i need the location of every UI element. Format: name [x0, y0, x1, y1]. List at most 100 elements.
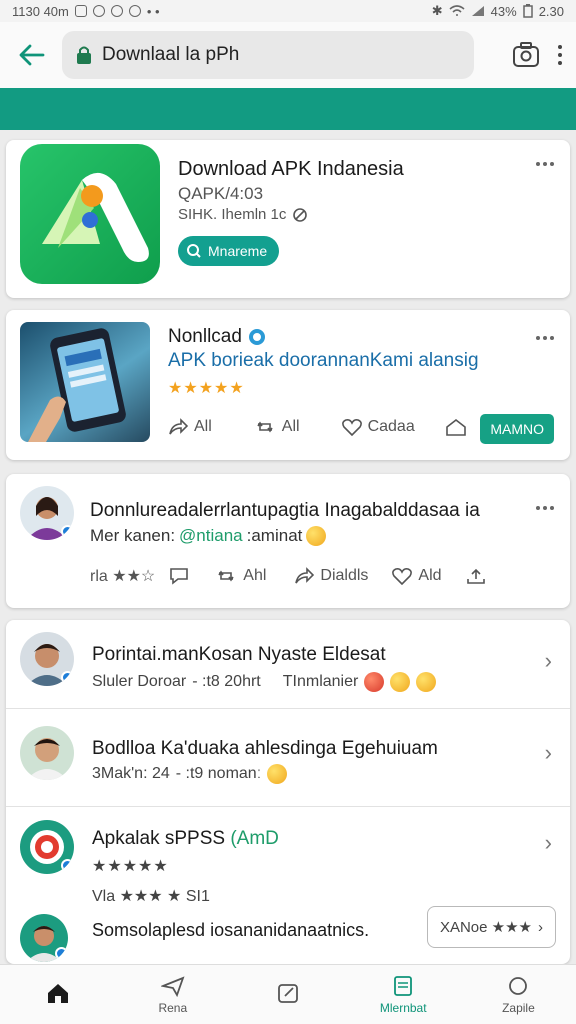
- emoji-icon: [416, 672, 437, 692]
- status-time: 1130 40m: [12, 3, 69, 19]
- comment-title: Donnlureadalerrlantupagtia Inagabalddasa…: [90, 500, 480, 521]
- avatar: [20, 820, 74, 874]
- avatar[interactable]: [20, 486, 74, 540]
- wifi-icon: [449, 5, 465, 16]
- action-button[interactable]: MAMNO: [480, 414, 554, 444]
- rating-stars: ★★★★★: [92, 858, 169, 875]
- share-label: Dialdls: [320, 567, 369, 584]
- rate-button[interactable]: rla ★★☆: [90, 566, 155, 586]
- online-badge-icon: [61, 671, 74, 684]
- home-share-button[interactable]: [445, 418, 467, 436]
- status-bar: 1130 40m • • ✱ 43% 2.30: [0, 0, 576, 22]
- like-button[interactable]: Ald: [392, 567, 442, 585]
- heart-icon: [392, 568, 413, 585]
- avatar: [20, 726, 74, 780]
- house-icon: [445, 418, 466, 436]
- bottom-navigation: Rena Mlernbat Zapile: [0, 964, 576, 1024]
- phone-illustration: [28, 328, 126, 442]
- nav-rena[interactable]: Rena: [115, 965, 230, 1024]
- browser-toolbar: Downlaal la pPh: [0, 22, 576, 88]
- app-card[interactable]: Download APK Indanesia QAPK/4:03 SIHK. I…: [6, 140, 570, 298]
- repost-icon: [257, 421, 273, 433]
- nav-profile[interactable]: Zapile: [461, 965, 576, 1024]
- profile-icon: [509, 976, 528, 995]
- upload-button[interactable]: [466, 567, 486, 585]
- install-button[interactable]: Mnareme: [178, 236, 280, 266]
- heart-icon: [341, 419, 362, 436]
- share-button[interactable]: All: [168, 418, 212, 436]
- avatar: [20, 632, 74, 686]
- post-actions: All All Cadaa: [168, 418, 467, 436]
- comment-prefix: Mer kanen:: [90, 526, 176, 545]
- blocked-icon: [293, 207, 308, 222]
- phone-image: [20, 322, 150, 442]
- repost-button[interactable]: Ahl: [215, 567, 266, 585]
- repost-label: Ahl: [243, 567, 267, 584]
- send-icon: [160, 975, 185, 997]
- list-item-title-text: Apkalak sPPSS: [92, 828, 226, 849]
- emoji-icon: [267, 764, 288, 784]
- url-text: Downlaal la pPh: [102, 44, 240, 65]
- comment-tag[interactable]: @ntiana: [179, 526, 243, 546]
- share-icon: [169, 418, 188, 435]
- back-button[interactable]: [14, 37, 50, 73]
- app-version: QAPK/4:03: [178, 184, 264, 203]
- repost-label: All: [281, 418, 300, 435]
- post-title: Nonllcad: [168, 326, 266, 348]
- app-meta-text: SIHK. Ihemln 1c: [178, 206, 287, 223]
- lock-icon: [77, 46, 91, 64]
- battery-icon: [522, 4, 533, 18]
- notification-icon: [74, 5, 87, 17]
- like-label: Cadaa: [367, 418, 415, 435]
- share-button[interactable]: Dialdls: [294, 567, 368, 585]
- address-bar[interactable]: Downlaal la pPh: [62, 31, 474, 79]
- online-badge-icon: [61, 859, 74, 872]
- document-icon: [394, 975, 413, 996]
- rate-label: rla ★★☆: [90, 568, 156, 585]
- list-item[interactable]: Porintai.manKosan Nyaste Eldesat Sluler …: [6, 620, 570, 716]
- nav-label: Rena: [158, 1000, 188, 1015]
- list-item-title: Somsolaplesd iosananidanaatnics.: [92, 920, 370, 940]
- list-item-sub: 3Mak'n: 24: [92, 765, 170, 782]
- signal-icon: [471, 6, 484, 16]
- list-item-subtitle: Sluler Doroar - :t8 20hrt TInmlanier: [92, 672, 437, 692]
- chevron-right-icon[interactable]: ›: [545, 740, 552, 766]
- app-title: Download APK Indanesia: [178, 158, 404, 180]
- chevron-right-icon: ›: [538, 918, 543, 936]
- repost-button[interactable]: All: [254, 418, 300, 436]
- comment-card[interactable]: Donnlureadalerrlantupagtia Inagabalddasa…: [6, 474, 570, 608]
- list-item-subtitle: 3Mak'n: 24 - :t9 nomanː: [92, 764, 288, 784]
- more-options-icon[interactable]: [536, 336, 554, 340]
- reply-button[interactable]: [169, 567, 189, 585]
- install-button-label: Mnareme: [208, 243, 268, 259]
- list-item[interactable]: Apkalak sPPSS (AmD ★★★★★ Vla ★★★ ★ SI1 ›: [6, 808, 570, 905]
- more-options-icon[interactable]: [536, 506, 554, 510]
- online-badge-icon: [61, 525, 74, 538]
- comment-actions: rla ★★☆ Ahl Dialdls Ald: [90, 566, 486, 586]
- header-band: [0, 88, 576, 130]
- emoji-icon: [306, 526, 327, 546]
- avatar: [20, 914, 68, 962]
- notification-icon: [110, 5, 123, 17]
- screenshot-icon[interactable]: [512, 42, 540, 68]
- more-options-icon[interactable]: [536, 162, 554, 166]
- list-item-sub: Sluler Doroar: [92, 673, 187, 690]
- overflow-menu-icon[interactable]: [558, 45, 562, 65]
- battery-percent: 43%: [490, 3, 517, 19]
- list-item-sub-right: TInmlanier: [282, 673, 359, 690]
- rate-button[interactable]: XANoe ★★★ ›: [426, 906, 556, 948]
- app-logo: [20, 144, 160, 284]
- home-icon: [47, 983, 68, 1003]
- chevron-right-icon[interactable]: ›: [545, 830, 552, 856]
- nav-member[interactable]: Mlernbat: [346, 965, 461, 1024]
- list-item[interactable]: Bodlloa Ka'duaka ahlesdinga Egehuiuam 3M…: [6, 716, 570, 808]
- like-button[interactable]: Cadaa: [341, 418, 415, 436]
- nav-compose[interactable]: [230, 965, 345, 1024]
- list-item-subtitle: Vla ★★★ ★ SI1: [92, 888, 210, 905]
- post-card[interactable]: Nonllcad APK borieak doorannanKami alans…: [6, 310, 570, 460]
- chevron-right-icon[interactable]: ›: [545, 648, 552, 674]
- list-item-title: Porintai.manKosan Nyaste Eldesat: [92, 644, 386, 665]
- nav-home[interactable]: [0, 965, 115, 1024]
- list-item-title: Apkalak sPPSS (AmD: [92, 828, 279, 850]
- list-card: Porintai.manKosan Nyaste Eldesat Sluler …: [6, 620, 570, 964]
